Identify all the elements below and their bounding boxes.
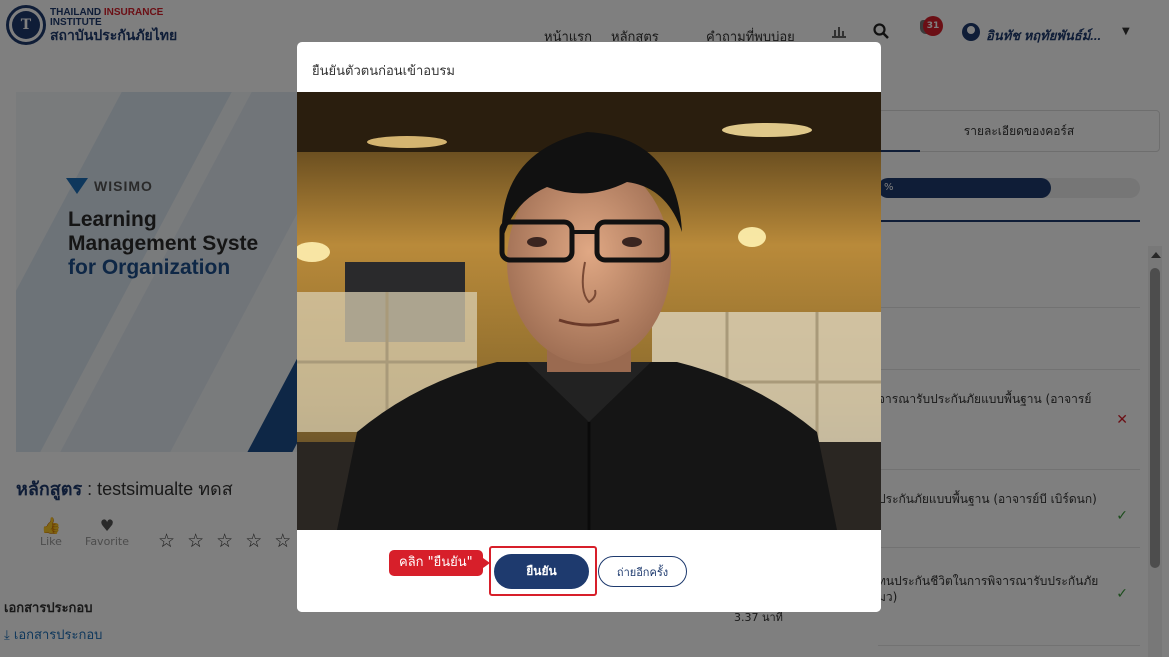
retake-photo-button[interactable]: ถ่ายอีกครั้ง xyxy=(598,556,687,587)
modal-footer: คลิก "ยืนยัน" ยืนยัน ถ่ายอีกครั้ง xyxy=(297,530,881,612)
modal-title: ยืนยันตัวตนก่อนเข้าอบรม xyxy=(312,64,455,79)
webcam-snapshot xyxy=(297,92,881,530)
identity-verification-modal: ยืนยันตัวตนก่อนเข้าอบรม คลิก "ยืนยัน" ยื… xyxy=(297,42,881,612)
click-confirm-hint: คลิก "ยืนยัน" xyxy=(389,550,490,576)
confirm-button[interactable]: ยืนยัน xyxy=(494,554,589,589)
